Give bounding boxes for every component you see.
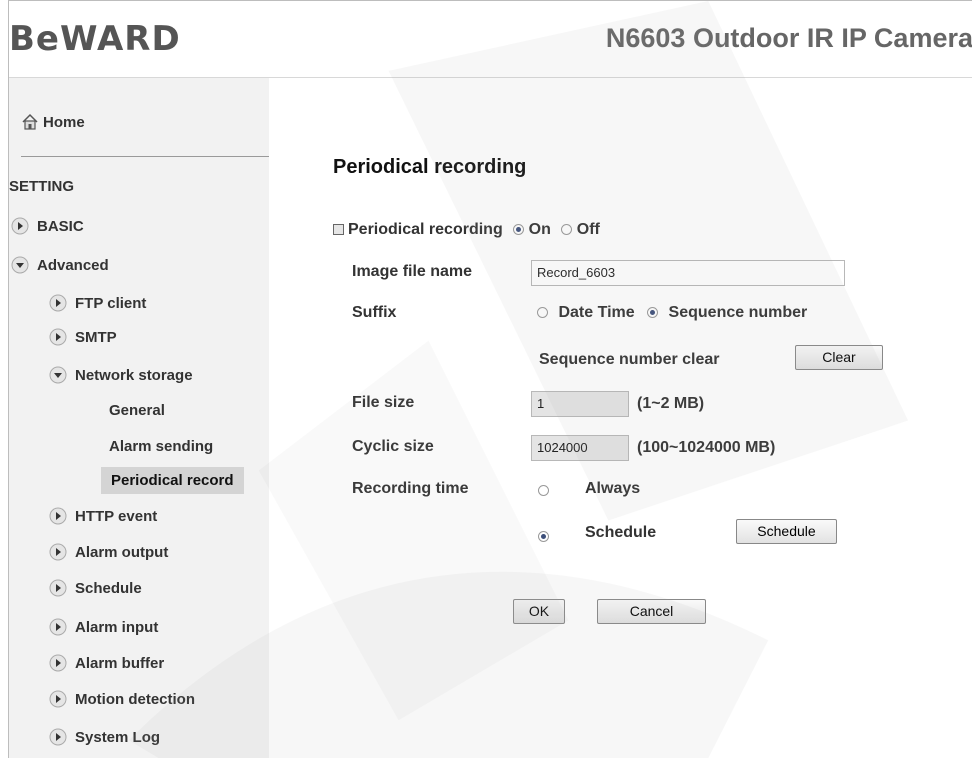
section-bullet-icon xyxy=(333,224,344,236)
sidebar-item-general[interactable]: General xyxy=(109,402,165,419)
sidebar-item-alarm-input[interactable]: Alarm input xyxy=(49,618,158,636)
sidebar-section-title: SETTING xyxy=(9,178,75,195)
page-title: Periodical recording xyxy=(333,156,527,178)
periodical-recording-row: Periodical recording On Off xyxy=(333,221,600,239)
off-radio[interactable] xyxy=(561,224,573,236)
home-link[interactable]: Home xyxy=(21,113,85,131)
date-time-label: Date Time xyxy=(558,304,635,321)
sidebar-item-alarm-sending[interactable]: Alarm sending xyxy=(109,438,213,455)
expanded-arrow-icon xyxy=(49,366,67,384)
file-size-range: (1~2 MB) xyxy=(637,395,705,412)
sidebar-item-ftp-client[interactable]: FTP client xyxy=(49,294,146,312)
file-size-input[interactable]: 1 xyxy=(531,391,629,417)
collapsed-arrow-icon xyxy=(49,579,67,597)
sidebar-item-system-log[interactable]: System Log xyxy=(49,728,160,746)
sidebar-divider xyxy=(21,156,269,157)
schedule-label: Schedule xyxy=(585,524,657,541)
sidebar-item-basic[interactable]: BASIC xyxy=(11,217,84,235)
sequence-number-clear-label: Sequence number clear xyxy=(539,351,720,368)
app-frame: BeWARD N6603 Outdoor IR IP Camera Home S… xyxy=(8,0,972,758)
cyclic-size-range: (100~1024000 MB) xyxy=(637,439,776,456)
on-label: On xyxy=(528,221,551,238)
always-radio[interactable] xyxy=(538,485,549,496)
schedule-radio[interactable] xyxy=(538,531,549,542)
logo: BeWARD xyxy=(9,19,181,59)
ok-button[interactable]: OK xyxy=(513,599,565,624)
home-icon xyxy=(22,113,38,130)
image-file-name-input[interactable]: Record_6603 xyxy=(531,260,845,286)
collapsed-arrow-icon xyxy=(11,217,29,235)
cyclic-size-input[interactable]: 1024000 xyxy=(531,435,629,461)
file-size-label: File size xyxy=(352,394,415,411)
sidebar-item-http-event[interactable]: HTTP event xyxy=(49,507,157,525)
on-radio[interactable] xyxy=(513,224,525,236)
collapsed-arrow-icon xyxy=(49,328,67,346)
collapsed-arrow-icon xyxy=(49,690,67,708)
sidebar-item-periodical-record[interactable]: Periodical record xyxy=(101,467,244,494)
sidebar-item-label: BASIC xyxy=(37,217,84,235)
header: BeWARD N6603 Outdoor IR IP Camera xyxy=(9,1,972,78)
sequence-number-label: Sequence number xyxy=(668,304,808,321)
sidebar-item-label: Schedule xyxy=(75,579,142,597)
sidebar-item-label: Alarm output xyxy=(75,543,169,561)
sidebar-item-label: Motion detection xyxy=(75,690,195,708)
sidebar-item-label: System Log xyxy=(75,728,161,746)
sidebar-item-label: HTTP event xyxy=(75,507,158,525)
cancel-button[interactable]: Cancel xyxy=(597,599,706,624)
date-time-radio[interactable] xyxy=(537,307,548,319)
always-label: Always xyxy=(585,480,641,497)
suffix-options: Date Time Sequence number xyxy=(537,304,807,322)
collapsed-arrow-icon xyxy=(49,507,67,525)
sidebar-item-smtp[interactable]: SMTP xyxy=(49,328,117,346)
sidebar: Home SETTING BASIC Advanced FTP client S… xyxy=(9,78,269,758)
clear-button[interactable]: Clear xyxy=(795,345,883,370)
sidebar-item-schedule[interactable]: Schedule xyxy=(49,579,142,597)
home-label: Home xyxy=(43,113,85,131)
main-content: Periodical recording Periodical recordin… xyxy=(269,78,972,758)
collapsed-arrow-icon xyxy=(49,543,67,561)
sidebar-item-label: Alarm input xyxy=(75,618,159,636)
sidebar-item-alarm-buffer[interactable]: Alarm buffer xyxy=(49,654,164,672)
sidebar-item-label: Network storage xyxy=(75,366,193,384)
sidebar-item-label: SMTP xyxy=(75,328,117,346)
schedule-button[interactable]: Schedule xyxy=(736,519,837,544)
sidebar-item-motion-detection[interactable]: Motion detection xyxy=(49,690,195,708)
expanded-arrow-icon xyxy=(11,256,29,274)
collapsed-arrow-icon xyxy=(49,728,67,746)
cyclic-size-label: Cyclic size xyxy=(352,438,434,455)
sidebar-item-network-storage[interactable]: Network storage xyxy=(49,366,193,384)
sidebar-item-label: FTP client xyxy=(75,294,147,312)
sidebar-item-advanced[interactable]: Advanced xyxy=(11,256,109,274)
off-label: Off xyxy=(576,221,600,238)
camera-model-title: N6603 Outdoor IR IP Camera xyxy=(605,23,972,53)
suffix-label: Suffix xyxy=(352,304,397,321)
recording-time-label: Recording time xyxy=(352,480,469,497)
sequence-number-radio[interactable] xyxy=(647,307,659,319)
collapsed-arrow-icon xyxy=(49,618,67,636)
periodical-recording-label: Periodical recording xyxy=(348,221,503,238)
image-file-name-label: Image file name xyxy=(352,263,473,280)
sidebar-item-label: Advanced xyxy=(37,256,109,274)
sidebar-item-alarm-output[interactable]: Alarm output xyxy=(49,543,168,561)
collapsed-arrow-icon xyxy=(49,654,67,672)
collapsed-arrow-icon xyxy=(49,294,67,312)
sidebar-item-label: Alarm buffer xyxy=(75,654,165,672)
